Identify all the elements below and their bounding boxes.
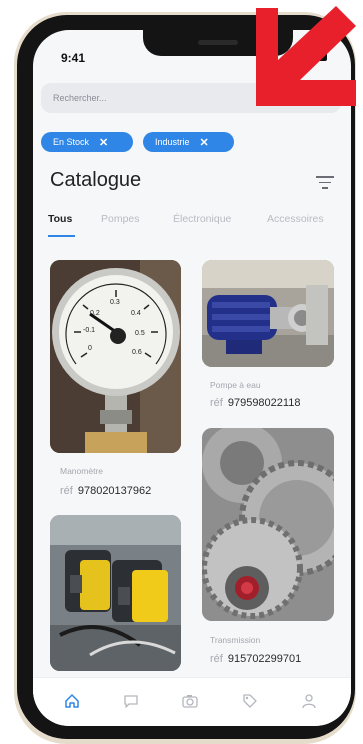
product-ref: réf 915702299701	[210, 653, 301, 665]
product-image-transmission[interactable]	[202, 428, 334, 621]
status-time: 9:41	[61, 51, 86, 65]
bottom-tab-bar	[33, 677, 351, 726]
chat-icon[interactable]	[117, 688, 145, 714]
svg-text:0.5: 0.5	[135, 330, 145, 337]
ref-number: 915702299701	[227, 653, 302, 665]
profile-icon[interactable]	[295, 688, 323, 714]
page-title: Catalogue	[50, 169, 142, 191]
ref-number: 978020137962	[77, 485, 152, 497]
product-ref: réf 979598022118	[210, 397, 300, 409]
ref-label: réf	[60, 485, 73, 497]
category-tabs: Tous Pompes Électronique Accessoires	[48, 213, 351, 237]
home-icon[interactable]	[58, 688, 86, 714]
close-icon[interactable]: ✕	[200, 136, 209, 149]
svg-text:-0.1: -0.1	[83, 327, 95, 334]
product-name: Transmission	[210, 635, 261, 645]
product-image-manometre[interactable]: 0 -0.1 0.2 0.3 0.4 0.5 0.6	[50, 260, 181, 453]
svg-text:0.6: 0.6	[132, 349, 142, 356]
product-image-pompe[interactable]	[202, 260, 334, 367]
filter-chip-industrie[interactable]: Industrie ✕	[143, 132, 234, 152]
tab-electronique[interactable]: Électronique	[173, 213, 231, 225]
tag-icon[interactable]	[236, 688, 264, 714]
tab-tous[interactable]: Tous	[48, 213, 72, 225]
product-name: Manomètre	[60, 466, 103, 476]
tab-accessoires[interactable]: Accessoires	[267, 213, 324, 225]
close-icon[interactable]: ✕	[99, 136, 108, 149]
svg-text:0: 0	[88, 345, 92, 352]
ref-number: 979598022118	[227, 397, 301, 409]
phone-screen: 9:41 En Stock ✕ Industrie ✕ Catalogue To…	[33, 30, 351, 726]
svg-text:0.4: 0.4	[131, 310, 141, 317]
filter-icon[interactable]	[316, 176, 334, 190]
camera-icon[interactable]	[176, 688, 204, 714]
ref-label: réf	[210, 653, 223, 665]
svg-text:0.3: 0.3	[110, 299, 120, 306]
product-ref: réf 978020137962	[60, 485, 151, 497]
filter-chip-en-stock[interactable]: En Stock ✕	[41, 132, 133, 152]
filter-chip-label: En Stock	[53, 137, 90, 147]
tab-pompes[interactable]: Pompes	[101, 213, 140, 225]
tab-indicator	[48, 235, 75, 237]
product-image-dosing-pumps[interactable]	[50, 515, 181, 671]
filter-chip-label: Industrie	[155, 137, 190, 147]
arrow-icon	[256, 6, 356, 106]
product-name: Pompe à eau	[210, 380, 261, 390]
ref-label: réf	[210, 397, 223, 409]
